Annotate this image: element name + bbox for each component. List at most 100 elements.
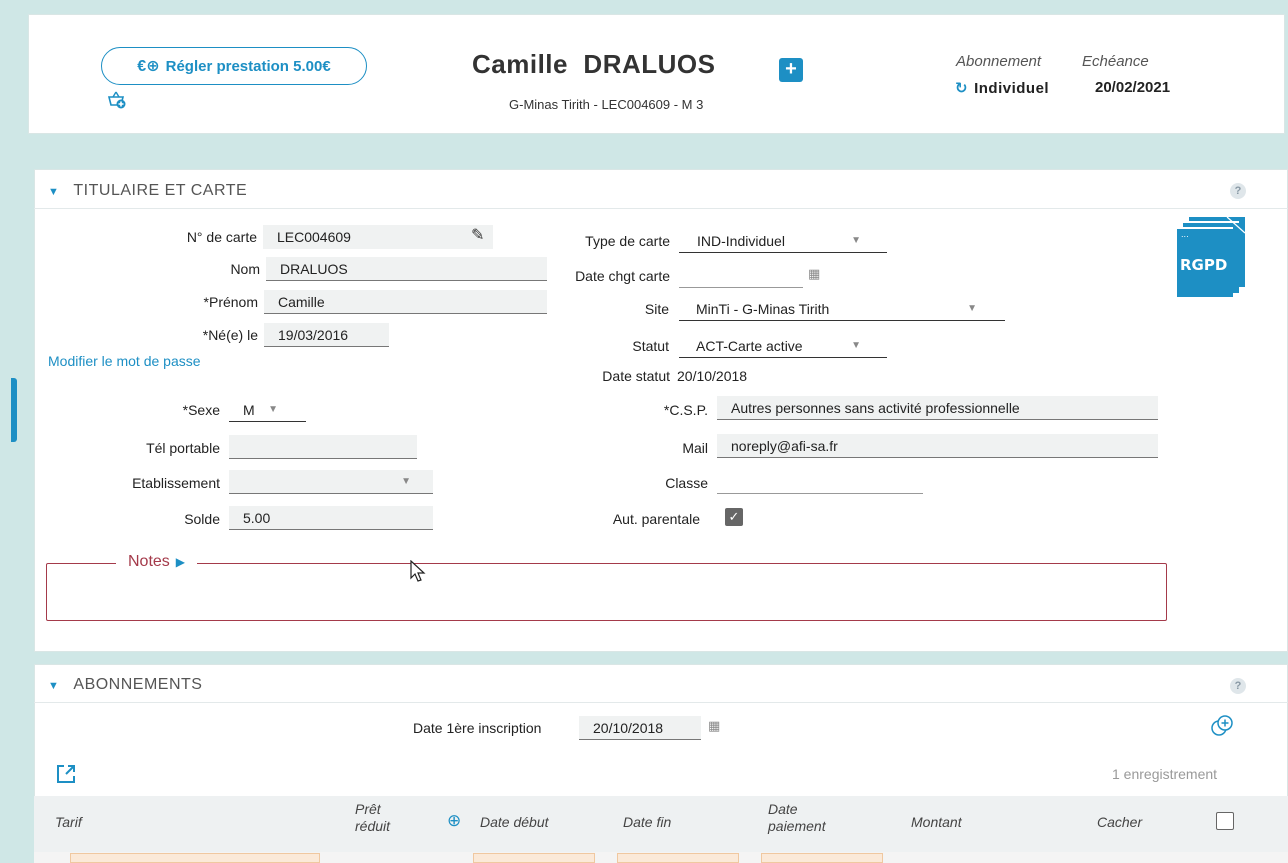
site-select[interactable]: MinTi - G-Minas Tirith ▼ <box>679 297 1005 321</box>
titulaire-section-header[interactable]: ▼ TITULAIRE ET CARTE <box>48 182 247 200</box>
last-name-label: Nom <box>230 261 260 277</box>
sex-select[interactable]: M ▼ <box>229 398 306 422</box>
subscription-value[interactable]: ↻ Individuel <box>955 79 1049 97</box>
status-label: Statut <box>632 338 669 354</box>
csp-value: Autres personnes sans activité professio… <box>731 400 1020 416</box>
mouse-cursor-icon <box>410 560 426 582</box>
subscription-value-text: Individuel <box>974 80 1050 97</box>
card-number-value: LEC004609 <box>277 229 351 245</box>
mobile-label: Tél portable <box>146 440 220 456</box>
pay-service-label: Régler prestation 5.00€ <box>165 57 331 75</box>
mail-value: noreply@afi-sa.fr <box>731 438 838 454</box>
last-name-value: DRALUOS <box>280 261 348 277</box>
card-number-field: LEC004609 <box>263 225 493 249</box>
card-type-value: IND-Individuel <box>697 233 785 249</box>
column-header-start-date[interactable]: Date début <box>480 814 549 831</box>
notes-toggle[interactable]: Notes ▶ <box>116 553 198 571</box>
side-drawer-handle[interactable] <box>11 378 17 442</box>
first-registration-label: Date 1ère inscription <box>413 720 542 736</box>
select-all-checkbox[interactable] <box>1216 812 1234 830</box>
status-select[interactable]: ACT-Carte active ▼ <box>679 334 887 358</box>
parental-consent-label: Aut. parentale <box>612 511 700 527</box>
first-name-input[interactable]: Camille <box>264 290 547 314</box>
mail-input[interactable]: noreply@afi-sa.fr <box>717 434 1158 458</box>
first-name-value: Camille <box>278 294 325 310</box>
add-column-icon[interactable]: ⊕ <box>447 811 461 831</box>
card-change-date-label: Date chgt carte <box>575 268 670 284</box>
first-registration-value: 20/10/2018 <box>593 720 664 736</box>
school-select[interactable]: ▼ <box>229 470 433 494</box>
sex-label: *Sexe <box>182 402 220 418</box>
status-value: ACT-Carte active <box>696 338 803 354</box>
birth-date-label: *Né(e) le <box>202 327 258 343</box>
abonnements-section-title: ABONNEMENTS <box>73 676 203 693</box>
section-divider <box>34 702 1288 703</box>
start-date-cell-input[interactable] <box>473 853 595 863</box>
patron-name: Camille DRALUOS <box>472 49 716 79</box>
tarif-cell-input[interactable] <box>70 853 320 863</box>
calendar-icon[interactable]: ▦ <box>808 266 820 282</box>
svg-text:...: ... <box>1181 230 1189 239</box>
parental-consent-checkbox[interactable]: ✓ <box>725 508 743 526</box>
collapse-caret-icon: ▼ <box>48 680 60 692</box>
payment-date-cell-input[interactable] <box>761 853 883 863</box>
column-header-end-date[interactable]: Date fin <box>623 814 671 831</box>
column-header-payment-date[interactable]: Date paiement <box>768 801 848 835</box>
school-label: Etablissement <box>132 475 220 491</box>
expand-triangle-icon: ▶ <box>175 555 186 569</box>
record-count: 1 enregistrement <box>1112 766 1218 782</box>
due-label: Echéance <box>1082 53 1149 70</box>
change-password-link[interactable]: Modifier le mot de passe <box>48 353 201 369</box>
sex-value: M <box>243 402 255 418</box>
first-name-label: *Prénom <box>203 294 258 310</box>
card-number-label: N° de carte <box>186 229 257 245</box>
column-header-amount[interactable]: Montant <box>911 814 962 831</box>
card-change-date-input[interactable] <box>679 264 803 288</box>
basket-add-icon[interactable] <box>107 91 127 109</box>
pay-service-button[interactable]: €⊕ Régler prestation 5.00€ <box>101 47 367 85</box>
csp-field: Autres personnes sans activité professio… <box>717 396 1158 420</box>
patron-header-card: €⊕ Régler prestation 5.00€ Camille DRALU… <box>28 14 1285 134</box>
column-header-reduced-loan[interactable]: Prêt réduit <box>355 801 415 835</box>
status-date-value: 20/10/2018 <box>677 368 748 384</box>
edit-pencil-icon[interactable]: ✎ <box>471 225 484 245</box>
chevron-down-icon: ▼ <box>268 404 278 415</box>
class-label: Classe <box>665 475 708 491</box>
balance-field: 5.00 <box>229 506 433 530</box>
add-subscription-icon[interactable] <box>1210 714 1234 738</box>
euro-plus-icon: €⊕ <box>137 58 160 75</box>
birth-date-value: 19/03/2016 <box>278 327 349 343</box>
rgpd-document-icon[interactable]: ... RGPD <box>1175 215 1249 297</box>
add-note-icon[interactable]: + <box>779 58 803 82</box>
class-input[interactable] <box>717 470 923 494</box>
column-header-hide[interactable]: Cacher <box>1097 814 1142 831</box>
titulaire-section-title: TITULAIRE ET CARTE <box>73 182 248 199</box>
chevron-down-icon: ▼ <box>851 340 861 351</box>
first-registration-input[interactable]: 20/10/2018 <box>579 716 701 740</box>
help-icon[interactable]: ? <box>1230 678 1246 694</box>
birth-date-input[interactable]: 19/03/2016 <box>264 323 389 347</box>
collapse-caret-icon: ▼ <box>48 186 60 198</box>
last-name-input[interactable]: DRALUOS <box>266 257 547 281</box>
notes-box[interactable] <box>46 563 1167 621</box>
site-label: Site <box>644 301 669 317</box>
due-value: 20/02/2021 <box>1095 79 1171 96</box>
section-divider <box>34 208 1288 209</box>
status-date-label: Date statut <box>602 368 670 384</box>
renew-icon[interactable]: ↻ <box>955 80 968 97</box>
card-type-label: Type de carte <box>585 233 670 249</box>
abonnements-section-header[interactable]: ▼ ABONNEMENTS <box>48 676 202 694</box>
chevron-down-icon: ▼ <box>967 303 977 314</box>
notes-label: Notes <box>128 553 170 570</box>
column-header-tarif[interactable]: Tarif <box>55 814 82 831</box>
mobile-input[interactable] <box>229 435 417 459</box>
subscription-label: Abonnement <box>956 53 1042 70</box>
calendar-icon[interactable]: ▦ <box>708 718 720 734</box>
export-icon[interactable] <box>56 764 76 784</box>
mail-label: Mail <box>682 440 708 456</box>
rgpd-label: RGPD <box>1180 256 1227 274</box>
balance-value: 5.00 <box>243 510 271 526</box>
help-icon[interactable]: ? <box>1230 183 1246 199</box>
end-date-cell-input[interactable] <box>617 853 739 863</box>
card-type-select[interactable]: IND-Individuel ▼ <box>679 229 887 253</box>
